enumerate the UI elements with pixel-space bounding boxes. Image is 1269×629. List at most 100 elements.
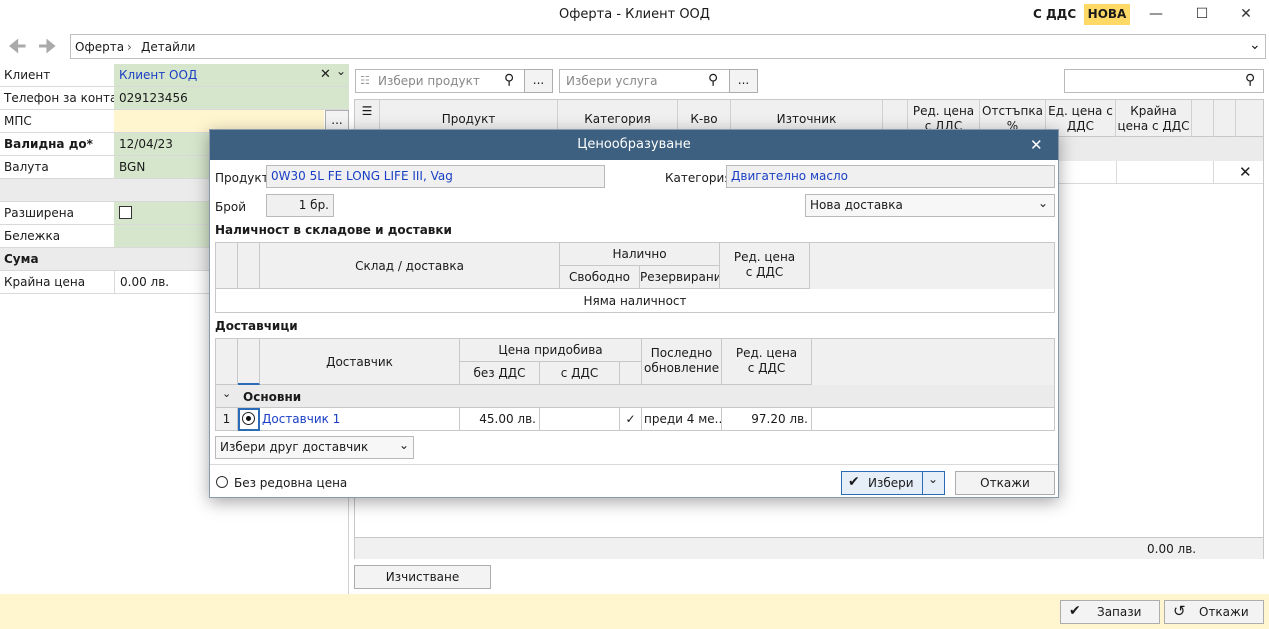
- client-field[interactable]: Клиент ООД ✕ ⌄: [114, 64, 349, 86]
- vat-label: С ДДС: [1033, 7, 1077, 21]
- supplier-row[interactable]: 1 Доставчик 1 45.00 лв. ✓ преди 4 ме... …: [216, 408, 1054, 431]
- supplier-group-row[interactable]: ⌄ Основни: [216, 385, 1054, 408]
- product-more-button[interactable]: ...: [524, 69, 553, 93]
- currency-label: Валута: [4, 160, 49, 174]
- client-value[interactable]: Клиент ООД: [119, 68, 197, 82]
- extended-checkbox[interactable]: [119, 206, 132, 219]
- valid-label: Валидна до*: [4, 137, 93, 151]
- chevron-down-icon[interactable]: ⌄: [336, 64, 346, 78]
- supplier-radio[interactable]: [242, 412, 255, 425]
- chevron-down-icon[interactable]: ⌄: [1249, 37, 1261, 53]
- service-more-button[interactable]: ...: [729, 69, 758, 93]
- client-row: Клиент Клиент ООД ✕ ⌄: [0, 64, 349, 87]
- window-title: Оферта - Клиент ООД: [559, 7, 710, 22]
- maximize-icon[interactable]: ☐: [1179, 0, 1225, 30]
- row-index: 1: [216, 408, 238, 431]
- breadcrumb[interactable]: Оферта › Детайли ⌄: [70, 34, 1266, 59]
- stock-section-title: Наличност в складове и доставки: [215, 223, 452, 237]
- delivery-select[interactable]: Нова доставка ⌄: [805, 194, 1055, 217]
- no-regular-price-label[interactable]: Без редовна цена: [234, 476, 347, 490]
- service-picker[interactable]: Избери услуга ⚲ ...: [559, 69, 758, 93]
- supplier-regular-price: 97.20 лв.: [722, 408, 812, 431]
- close-icon[interactable]: ✕: [1223, 0, 1269, 30]
- reserved-column-header[interactable]: Резервирани: [640, 266, 720, 289]
- note-label: Бележка: [4, 229, 61, 243]
- breadcrumb-current: Детайли: [141, 40, 196, 54]
- purchase-price-column-header: Цена придобива: [460, 339, 642, 362]
- checkmark-icon: ✔: [1069, 603, 1081, 619]
- sum-section-title: Сума: [4, 252, 39, 266]
- forward-arrow-icon[interactable]: 🠊: [38, 36, 57, 56]
- supplier-column-header[interactable]: Доставчик: [260, 339, 460, 385]
- breadcrumb-root[interactable]: Оферта: [75, 40, 124, 54]
- category-label: Категория: [665, 171, 732, 185]
- available-column-header: Налично: [560, 243, 720, 266]
- clear-icon[interactable]: ✕: [320, 67, 331, 82]
- extended-label: Разширена: [4, 206, 74, 220]
- mps-label: МПС: [4, 114, 32, 128]
- close-icon[interactable]: ✕: [1030, 136, 1043, 154]
- free-column-header[interactable]: Свободно: [560, 266, 640, 289]
- phone-label: Телефон за контакт: [4, 91, 132, 105]
- phone-field[interactable]: 029123456: [114, 87, 349, 109]
- product-field[interactable]: 0W30 5L FE LONG LIFE III, Vag: [266, 165, 605, 188]
- chevron-down-icon[interactable]: ⌄: [928, 472, 938, 486]
- select-button-label: Избери: [868, 476, 914, 490]
- regular-price-column-header[interactable]: Ред. цена с ДДС: [720, 243, 810, 289]
- without-vat-column-header[interactable]: без ДДС: [460, 362, 540, 385]
- column-header-spacer: [1214, 100, 1236, 137]
- service-picker-placeholder: Избери услуга: [566, 74, 658, 88]
- grid-total-value: 0.00 лв.: [1147, 542, 1197, 556]
- column-header-spacer: [1192, 100, 1214, 137]
- last-update-value: преди 4 ме...: [642, 408, 722, 431]
- supplier-radio-cell[interactable]: [238, 408, 260, 431]
- clear-sources-button[interactable]: Изчистване източници: [354, 565, 491, 606]
- save-button[interactable]: ✔ Запази: [1060, 600, 1160, 624]
- category-field[interactable]: Двигателно масло: [726, 165, 1055, 188]
- breadcrumb-separator-icon: ›: [127, 40, 132, 54]
- count-field[interactable]: 1 бр.: [266, 194, 334, 217]
- search-icon[interactable]: ⚲: [504, 72, 514, 88]
- grid-footer: 0.00 лв.: [355, 537, 1263, 559]
- suppliers-grid: Доставчик Цена придобива без ДДС с ДДС П…: [215, 338, 1055, 431]
- collapse-chevron-icon[interactable]: ⌄: [222, 387, 231, 400]
- other-supplier-select[interactable]: Избери друг доставчик ⌄: [215, 436, 414, 459]
- title-bar: Оферта - Клиент ООД С ДДС НОВА — ☐ ✕: [0, 0, 1269, 30]
- cancel-button[interactable]: ↺ Откажи: [1164, 600, 1264, 624]
- final-price-label: Крайна цена: [4, 275, 86, 289]
- chevron-down-icon: ⌄: [1038, 196, 1049, 210]
- product-picker-placeholder: Избери продукт: [378, 74, 480, 88]
- supplier-regular-price-column-header[interactable]: Ред. цена с ДДС: [722, 339, 812, 385]
- count-label: Брой: [215, 200, 246, 214]
- client-label: Клиент: [4, 68, 51, 82]
- phone-row: Телефон за контакт 029123456: [0, 87, 349, 110]
- cancel-button-label: Откажи: [1199, 605, 1249, 619]
- price-without-vat: 45.00 лв.: [460, 408, 540, 431]
- grid-search-input[interactable]: ⚲: [1064, 69, 1264, 93]
- last-update-column-header[interactable]: Последно обновление: [642, 339, 722, 385]
- product-picker[interactable]: ☷ Избери продукт ⚲ ...: [355, 69, 553, 93]
- back-arrow-icon[interactable]: 🠈: [8, 36, 27, 56]
- column-header[interactable]: Крайна цена с ДДС: [1116, 100, 1192, 137]
- delivery-select-value: Нова доставка: [810, 198, 903, 212]
- check-icon: ✓: [620, 408, 642, 431]
- with-vat-column-header[interactable]: с ДДС: [540, 362, 620, 385]
- group-name: Основни: [243, 390, 302, 404]
- search-icon[interactable]: ⚲: [708, 72, 718, 88]
- warehouse-column-header[interactable]: Склад / доставка: [260, 243, 560, 289]
- dialog-cancel-button[interactable]: Откажи: [955, 471, 1055, 495]
- no-regular-price-radio[interactable]: [216, 476, 228, 488]
- price-with-vat: [540, 408, 620, 431]
- minimize-icon[interactable]: —: [1133, 0, 1179, 30]
- supplier-name-link[interactable]: Доставчик 1: [260, 408, 460, 431]
- barcode-icon: ☷: [360, 74, 370, 87]
- suppliers-section-title: Доставчици: [215, 319, 298, 333]
- remove-row-icon[interactable]: ✕: [1239, 163, 1252, 181]
- chevron-down-icon: ⌄: [399, 438, 410, 452]
- no-stock-message: Няма наличност: [583, 294, 687, 308]
- status-badge: НОВА: [1084, 4, 1130, 25]
- save-button-label: Запази: [1097, 605, 1142, 619]
- footer-bar: ✔ Запази ↺ Откажи: [0, 594, 1269, 629]
- search-icon[interactable]: ⚲: [1245, 72, 1255, 88]
- select-button[interactable]: ✔ Избери ⌄: [841, 471, 945, 495]
